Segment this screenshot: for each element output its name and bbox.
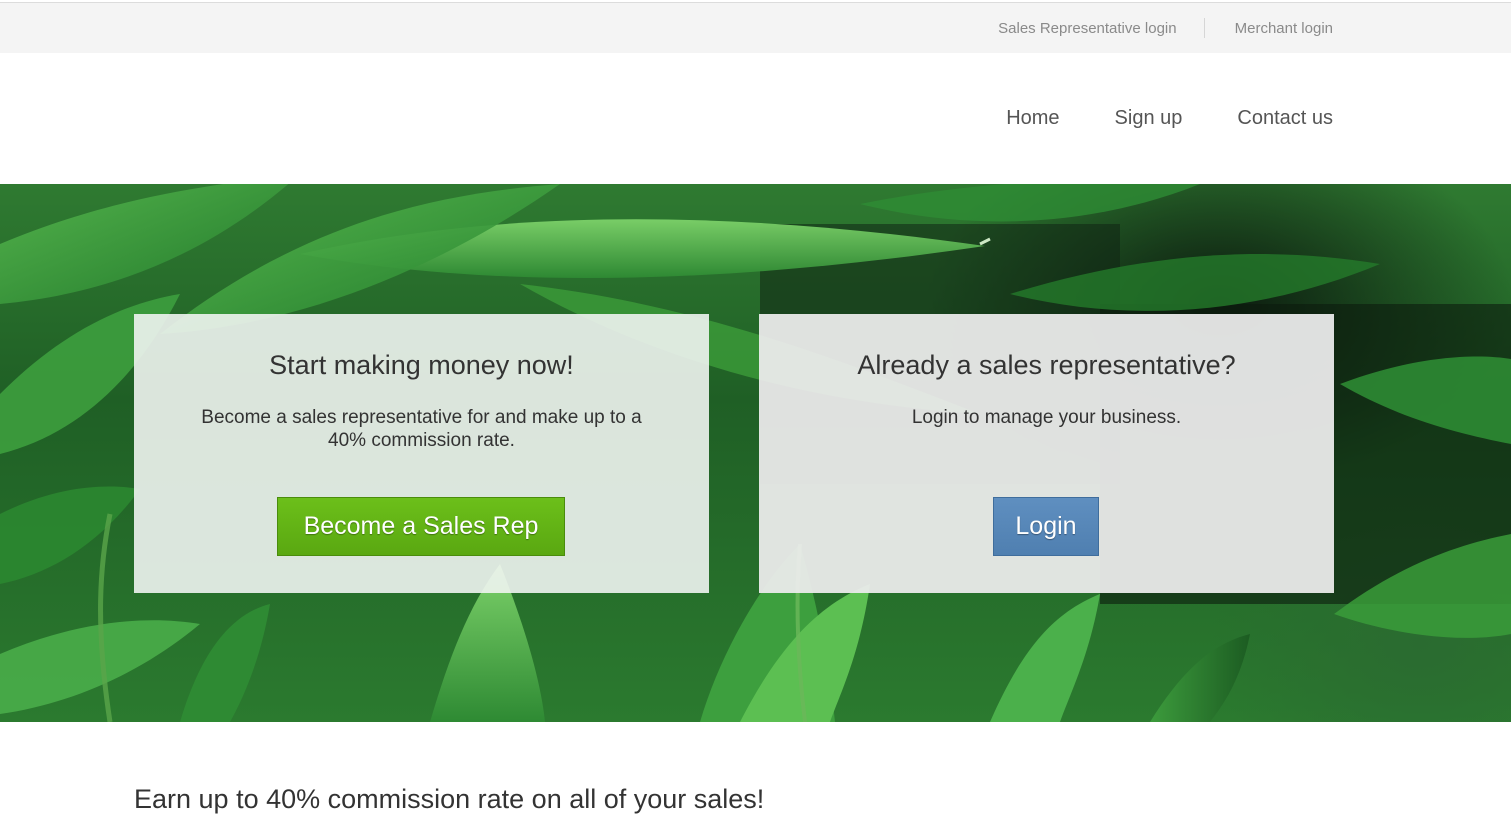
section-heading: Earn up to 40% commission rate on all of… — [134, 784, 765, 814]
become-sales-rep-button[interactable]: Become a Sales Rep — [277, 497, 565, 556]
sales-rep-login-link[interactable]: Sales Representative login — [998, 20, 1176, 37]
commission-section: Earn up to 40% commission rate on all of… — [0, 722, 1511, 830]
card-title: Start making money now! — [269, 350, 574, 380]
merchant-login-link[interactable]: Merchant login — [1235, 20, 1333, 37]
nav-home[interactable]: Home — [1006, 107, 1059, 130]
utility-divider — [1203, 18, 1205, 38]
utility-links: Sales Representative login Merchant logi… — [998, 3, 1333, 53]
become-sales-rep-card: Start making money now! Become a sales r… — [134, 314, 709, 593]
login-card: Already a sales representative? Login to… — [759, 314, 1334, 593]
nav-contact-us[interactable]: Contact us — [1237, 107, 1333, 130]
login-button[interactable]: Login — [993, 497, 1099, 556]
card-description: Login to manage your business. — [911, 407, 1182, 428]
main-header: Home Sign up Contact us — [0, 53, 1511, 184]
nav-sign-up[interactable]: Sign up — [1115, 107, 1183, 130]
utility-bar: Sales Representative login Merchant logi… — [0, 3, 1511, 53]
main-nav: Home Sign up Contact us — [1006, 53, 1333, 184]
card-description: Become a sales representative for and ma… — [201, 407, 642, 451]
card-title: Already a sales representative? — [857, 350, 1236, 380]
hero-banner: Start making money now! Become a sales r… — [0, 184, 1511, 722]
